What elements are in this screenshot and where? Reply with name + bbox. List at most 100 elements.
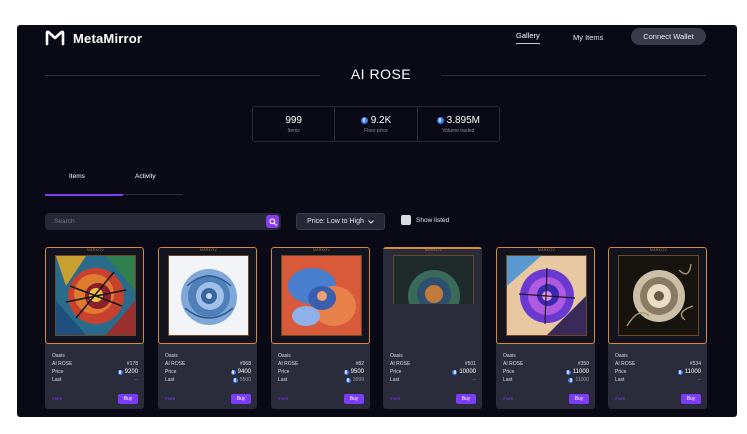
- more-link[interactable]: more: [52, 396, 62, 401]
- tab-activity[interactable]: Activity: [135, 173, 156, 180]
- card-id: #178: [126, 361, 138, 367]
- card-last-label: Last: [278, 377, 288, 383]
- art-frame: MARKOV: [496, 247, 595, 344]
- frame-tag: MARKOV: [87, 248, 104, 252]
- card-last: --: [134, 377, 138, 383]
- nft-card[interactable]: MARKOV Oasis AI ROSE #350 Price 11000 Last…: [496, 247, 595, 409]
- image-loading-placeholder: [383, 304, 482, 354]
- card-owner: Oasis: [165, 353, 178, 359]
- nft-card[interactable]: MARKOV Oasis AI ROSE #82 Price 9500 Last 39…: [271, 247, 370, 409]
- more-link[interactable]: more: [615, 396, 625, 401]
- card-collection: AI ROSE: [390, 361, 411, 367]
- card-owner: Oasis: [503, 353, 516, 359]
- card-price-label: Price: [165, 369, 177, 375]
- more-link[interactable]: more: [165, 396, 175, 401]
- eth-icon: [568, 377, 574, 383]
- eth-icon: [232, 377, 238, 383]
- nft-image[interactable]: [506, 255, 587, 336]
- stat-items-value: 999: [285, 114, 302, 126]
- search-input[interactable]: [45, 213, 264, 230]
- card-price-label: Price: [52, 369, 64, 375]
- rose-artwork-icon: [619, 256, 698, 335]
- frame-tag: MARKOV: [313, 248, 330, 252]
- eth-icon: [452, 369, 458, 375]
- art-frame: MARKOV: [383, 247, 482, 336]
- stat-floor-value: 9.2K: [370, 114, 392, 126]
- eth-icon: [677, 369, 683, 375]
- eth-icon: [360, 116, 368, 124]
- art-frame: MARKOV: [158, 247, 257, 344]
- sort-select[interactable]: Price: Low to High: [296, 213, 385, 230]
- active-tab-indicator: [45, 194, 123, 196]
- card-collection: AI ROSE: [615, 361, 636, 367]
- card-owner: Oasis: [390, 353, 403, 359]
- tab-bar: Items Activity: [45, 171, 183, 196]
- card-id: #968: [239, 361, 251, 367]
- rose-artwork-icon: [169, 256, 248, 335]
- nav-my-items[interactable]: My Items: [573, 33, 603, 42]
- stat-floor-label: Floor price: [364, 127, 388, 134]
- eth-icon: [345, 377, 351, 383]
- buy-button[interactable]: Buy: [681, 394, 701, 404]
- card-last-label: Last: [615, 377, 625, 383]
- card-collection: AI ROSE: [503, 361, 524, 367]
- frame-tag: MARKOV: [538, 248, 555, 252]
- more-link[interactable]: more: [503, 396, 513, 401]
- search-button[interactable]: [266, 215, 279, 228]
- rose-artwork-icon: [507, 256, 586, 335]
- card-collection: AI ROSE: [278, 361, 299, 367]
- card-price-label: Price: [278, 369, 290, 375]
- card-price: 11000: [572, 369, 589, 375]
- card-id: #82: [355, 361, 364, 367]
- frame-tag: MARKOV: [425, 248, 442, 252]
- tab-items[interactable]: Items: [69, 173, 85, 180]
- nft-image[interactable]: [168, 255, 249, 336]
- card-price-label: Price: [615, 369, 627, 375]
- buy-button[interactable]: Buy: [569, 394, 589, 404]
- card-last: 5500: [239, 377, 251, 383]
- nft-image[interactable]: [281, 255, 362, 336]
- card-price: 11000: [684, 369, 701, 375]
- frame-tag: MARKOV: [200, 248, 217, 252]
- rose-artwork-icon: [282, 256, 361, 335]
- show-listed-checkbox[interactable]: [401, 215, 411, 225]
- stat-items: 999 Items: [253, 107, 334, 141]
- show-listed-toggle[interactable]: Show listed: [401, 215, 449, 225]
- more-link[interactable]: more: [278, 396, 288, 401]
- connect-wallet-button[interactable]: Connect Wallet: [631, 28, 706, 45]
- chevron-down-icon: [368, 219, 374, 224]
- stat-volume-label: Volume traded: [442, 127, 475, 134]
- metamirror-logo-icon: [45, 30, 65, 46]
- card-id: #501: [464, 361, 476, 367]
- buy-button[interactable]: Buy: [344, 394, 364, 404]
- logo[interactable]: MetaMirror: [45, 30, 142, 46]
- nav-gallery[interactable]: Gallery: [516, 31, 540, 44]
- nft-image[interactable]: [618, 255, 699, 336]
- nft-image[interactable]: [55, 255, 136, 336]
- card-last-label: Last: [52, 377, 62, 383]
- stat-items-label: Items: [287, 127, 300, 134]
- card-collection: AI ROSE: [52, 361, 73, 367]
- nft-card[interactable]: MARKOV Oasis AI ROSE #534 Price 11000 Last…: [608, 247, 707, 409]
- card-last: --: [472, 377, 476, 383]
- rose-artwork-icon: [56, 256, 135, 335]
- card-last: --: [697, 377, 701, 383]
- nft-card[interactable]: MARKOV Oasis AI ROSE #178 Price 9200 Las…: [45, 247, 144, 409]
- buy-button[interactable]: Buy: [231, 394, 251, 404]
- card-owner: Oasis: [615, 353, 628, 359]
- stat-floor-price: 9.2K Floor price: [334, 107, 416, 141]
- nft-card[interactable]: MARKOV Oasis AI ROSE #968 Price 9400 Last 5…: [158, 247, 257, 409]
- nft-card[interactable]: MARKOV Oasis AI ROSE #501 Price 10000 Last…: [383, 247, 482, 409]
- card-last: 11000: [575, 377, 589, 383]
- collection-stats: 999 Items 9.2K Floor price 3.895M Volume…: [252, 106, 500, 142]
- more-link[interactable]: more: [390, 396, 400, 401]
- sort-select-value: Price: Low to High: [307, 218, 364, 225]
- buy-button[interactable]: Buy: [456, 394, 476, 404]
- show-listed-label: Show listed: [416, 216, 450, 224]
- card-price-label: Price: [503, 369, 515, 375]
- eth-icon: [436, 116, 444, 124]
- buy-button[interactable]: Buy: [118, 394, 138, 404]
- card-last-label: Last: [165, 377, 175, 383]
- title-divider-right: [441, 75, 706, 76]
- card-last-label: Last: [390, 377, 400, 383]
